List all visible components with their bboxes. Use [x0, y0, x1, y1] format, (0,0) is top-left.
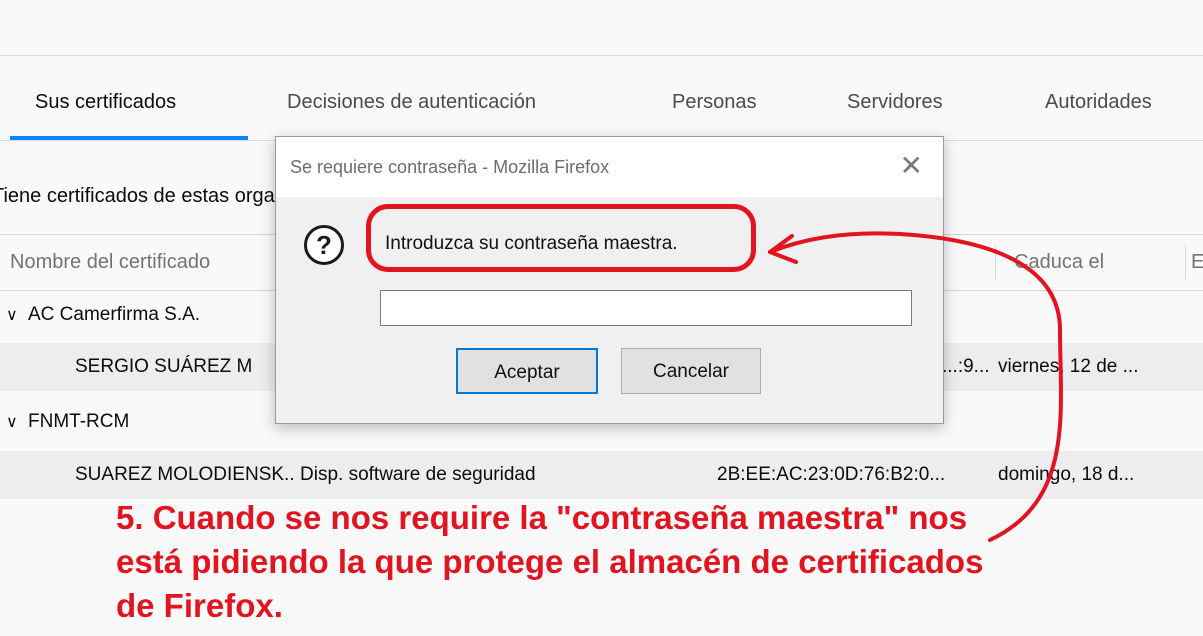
tab-authentication-decisions[interactable]: Decisiones de autenticación — [287, 56, 536, 140]
group-name: AC Camerfirma S.A. — [28, 304, 201, 325]
certificate-row[interactable]: SUAREZ MOLODIENSK... Disp. software de s… — [0, 451, 1203, 499]
tab-your-certificates[interactable]: Sus certificados — [35, 56, 176, 140]
cert-name: SUAREZ MOLODIENSK... — [75, 464, 295, 485]
question-icon: ? — [304, 225, 344, 265]
close-icon[interactable]: ✕ — [900, 149, 923, 183]
tab-servers[interactable]: Servidores — [847, 56, 943, 140]
accept-button[interactable]: Aceptar — [456, 348, 598, 394]
column-header-expires[interactable]: Caduca el — [1014, 235, 1174, 290]
annotation-line: está pidiendo la que protege el almacén … — [116, 543, 984, 580]
chevron-down-icon: ∨ — [6, 414, 18, 431]
cancel-button[interactable]: Cancelar — [621, 348, 761, 394]
cert-name: SERGIO SUÁREZ M — [75, 356, 253, 377]
password-dialog: Se requiere contraseña - Mozilla Firefox… — [275, 136, 944, 424]
selected-tab-indicator — [10, 136, 248, 140]
intro-text: Tiene certificados de estas organizacion… — [0, 185, 277, 207]
tab-people[interactable]: Personas — [672, 56, 757, 140]
dialog-title: Se requiere contraseña - Mozilla Firefox — [290, 157, 610, 177]
certificate-tabs: Sus certificados Decisiones de autentica… — [0, 55, 1203, 141]
column-header-extra[interactable]: E — [1191, 235, 1203, 290]
dialog-titlebar: Se requiere contraseña - Mozilla Firefox… — [276, 137, 943, 197]
top-band — [0, 0, 1203, 55]
tab-authorities[interactable]: Autoridades — [1045, 56, 1152, 140]
cert-serial: 2B:EE:AC:23:0D:76:B2:0... — [717, 464, 946, 485]
annotation-line: de Firefox. — [116, 587, 283, 624]
cert-serial: ...:9... — [942, 356, 990, 377]
highlight-oval — [366, 204, 756, 272]
cert-expires: domingo, 18 d... — [998, 464, 1135, 485]
annotation-text: 5. Cuando se nos require la "contraseña … — [116, 496, 1016, 628]
annotation-line: 5. Cuando se nos require la "contraseña … — [116, 499, 968, 536]
group-name: FNMT-RCM — [28, 411, 130, 432]
cert-expires: viernes, 12 de ... — [998, 356, 1139, 377]
master-password-field[interactable] — [380, 290, 912, 326]
column-header-certificate-name[interactable]: Nombre del certificado — [10, 235, 275, 290]
cert-device: Disp. software de seguridad — [300, 464, 536, 485]
column-separator — [995, 245, 996, 279]
chevron-down-icon: ∨ — [6, 307, 18, 324]
column-separator — [1185, 245, 1186, 279]
